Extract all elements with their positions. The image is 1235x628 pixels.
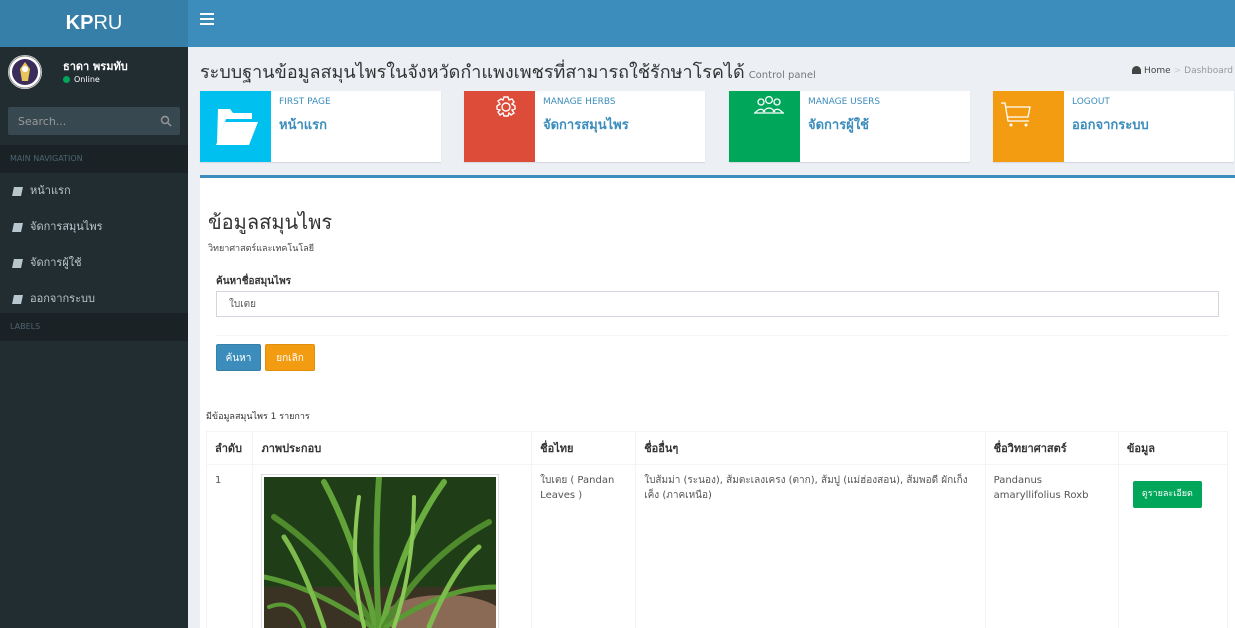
info-box-big: ออกจากระบบ (1072, 118, 1149, 133)
search-button[interactable]: ค้นหา (216, 344, 261, 371)
info-box-small: MANAGE USERS (808, 97, 881, 107)
divider (216, 335, 1228, 336)
sidebar-item-manage-users[interactable]: จัดการผู้ใช้ (0, 245, 188, 281)
top-navbar (188, 0, 1235, 47)
page-title-text: ระบบฐานข้อมูลสมุนไพรในจังหวัดกำแพงเพชรที… (200, 62, 745, 83)
column-header-other-names: ชื่ออื่นๆ (635, 431, 986, 465)
column-header-no: ลำดับ (205, 431, 254, 465)
sidebar-toggle-icon[interactable] (200, 13, 214, 27)
herb-photo (261, 474, 505, 628)
sidebar: ธาดา พรมทับ Online MAIN NAVIGATION หน้าแ… (0, 47, 188, 628)
cell-scientific-name: Pandanus amaryllifolius Roxb (984, 464, 1119, 628)
page-subtitle: Control panel (748, 70, 816, 81)
info-box-small: LOGOUT (1072, 97, 1110, 107)
column-header-image: ภาพประกอบ (252, 431, 533, 465)
labels-header: LABELS (0, 313, 188, 341)
info-box-logout[interactable]: LOGOUT ออกจากระบบ (993, 91, 1234, 162)
breadcrumb: Home > Dashboard (1132, 66, 1233, 76)
herb-data-panel: ข้อมูลสมุนไพร วิทยาศาสตร์และเทคโนโลยี ค้… (200, 175, 1235, 628)
user-status: Online (63, 75, 100, 84)
cell-thai-name: ใบเตย ( Pandan Leaves ) (531, 464, 637, 628)
sidebar-search-input[interactable] (8, 107, 153, 135)
sidebar-item-home[interactable]: หน้าแรก (0, 173, 188, 209)
sidebar-item-label: จัดการผู้ใช้ (30, 256, 82, 269)
result-count: มีข้อมูลสมุนไพร 1 รายการ (206, 412, 310, 422)
column-header-thai-name: ชื่อไทย (531, 431, 637, 465)
table-header-row: ลำดับ ภาพประกอบ ชื่อไทย ชื่ออื่นๆ ชื่อวิ… (205, 431, 1229, 465)
app-logo[interactable]: KPRU (0, 0, 188, 47)
cell-image (252, 464, 533, 628)
search-herb-label: ค้นหาชื่อสมุนไพร (216, 276, 292, 287)
cell-other-names: ใบส้มม่า (ระนอง), ส้มตะเลงเครง (ตาก), ส้… (635, 464, 986, 628)
pandan-plant-image (261, 474, 505, 628)
herb-table: ลำดับ ภาพประกอบ ชื่อไทย ชื่ออื่นๆ ชื่อวิ… (205, 431, 1229, 628)
info-box-manage-users[interactable]: MANAGE USERS จัดการผู้ใช้ (729, 91, 970, 162)
info-box-big: หน้าแรก (279, 118, 327, 133)
book-icon (12, 187, 23, 196)
gear-icon (464, 91, 535, 162)
user-status-label: Online (74, 75, 100, 84)
logo-bold: KP (65, 12, 94, 34)
user-name: ธาดา พรมทับ (63, 60, 128, 73)
table-row: 1 ใบเตย (Pandan Leaves) ใบส้มม่า (ระนอ… (205, 464, 1229, 628)
main-navigation-header: MAIN NAVIGATION (0, 145, 188, 173)
search-herb-input[interactable] (216, 291, 1219, 317)
view-details-button[interactable]: ดูรายละเอียด (1132, 481, 1202, 508)
panel-subtitle: วิทยาศาสตร์และเทคโนโลยี (208, 244, 315, 254)
page-title: ระบบฐานข้อมูลสมุนไพรในจังหวัดกำแพงเพชรที… (200, 57, 816, 86)
avatar (8, 55, 42, 89)
sidebar-item-label: ออกจากระบบ (30, 292, 95, 305)
info-box-first-page[interactable]: FIRST PAGE หน้าแรก (200, 91, 441, 162)
book-icon (12, 223, 23, 232)
folder-open-icon (200, 91, 271, 162)
logo-rest: RU (93, 12, 123, 34)
cell-info: ดูรายละเอียด (1117, 464, 1229, 628)
info-box-big: จัดการผู้ใช้ (808, 118, 870, 133)
cell-no: 1 (205, 464, 254, 628)
sidebar-item-label: จัดการสมุนไพร (30, 220, 103, 233)
column-header-scientific-name: ชื่อวิทยาศาสตร์ (984, 431, 1119, 465)
info-box-small: MANAGE HERBS (543, 97, 616, 107)
online-dot-icon (63, 76, 70, 83)
column-header-info: ข้อมูล (1117, 431, 1229, 465)
users-icon (729, 91, 800, 162)
sidebar-item-logout[interactable]: ออกจากระบบ (0, 281, 188, 317)
sidebar-item-label: หน้าแรก (30, 184, 71, 197)
dashboard-icon (1132, 66, 1142, 74)
info-box-manage-herbs[interactable]: MANAGE HERBS จัดการสมุนไพร (464, 91, 705, 162)
search-icon[interactable] (160, 115, 172, 127)
sidebar-search (8, 107, 180, 135)
cart-icon (993, 91, 1064, 162)
breadcrumb-home[interactable]: Home (1144, 66, 1171, 76)
cancel-button[interactable]: ยกเลิก (265, 344, 315, 371)
book-icon (12, 295, 23, 304)
panel-title: ข้อมูลสมุนไพร (208, 210, 333, 234)
user-panel: ธาดา พรมทับ Online (0, 47, 188, 99)
info-box-small: FIRST PAGE (279, 97, 331, 107)
breadcrumb-current: Dashboard (1184, 66, 1233, 76)
info-box-big: จัดการสมุนไพร (543, 118, 629, 133)
book-icon (12, 259, 23, 268)
sidebar-item-manage-herbs[interactable]: จัดการสมุนไพร (0, 209, 188, 245)
